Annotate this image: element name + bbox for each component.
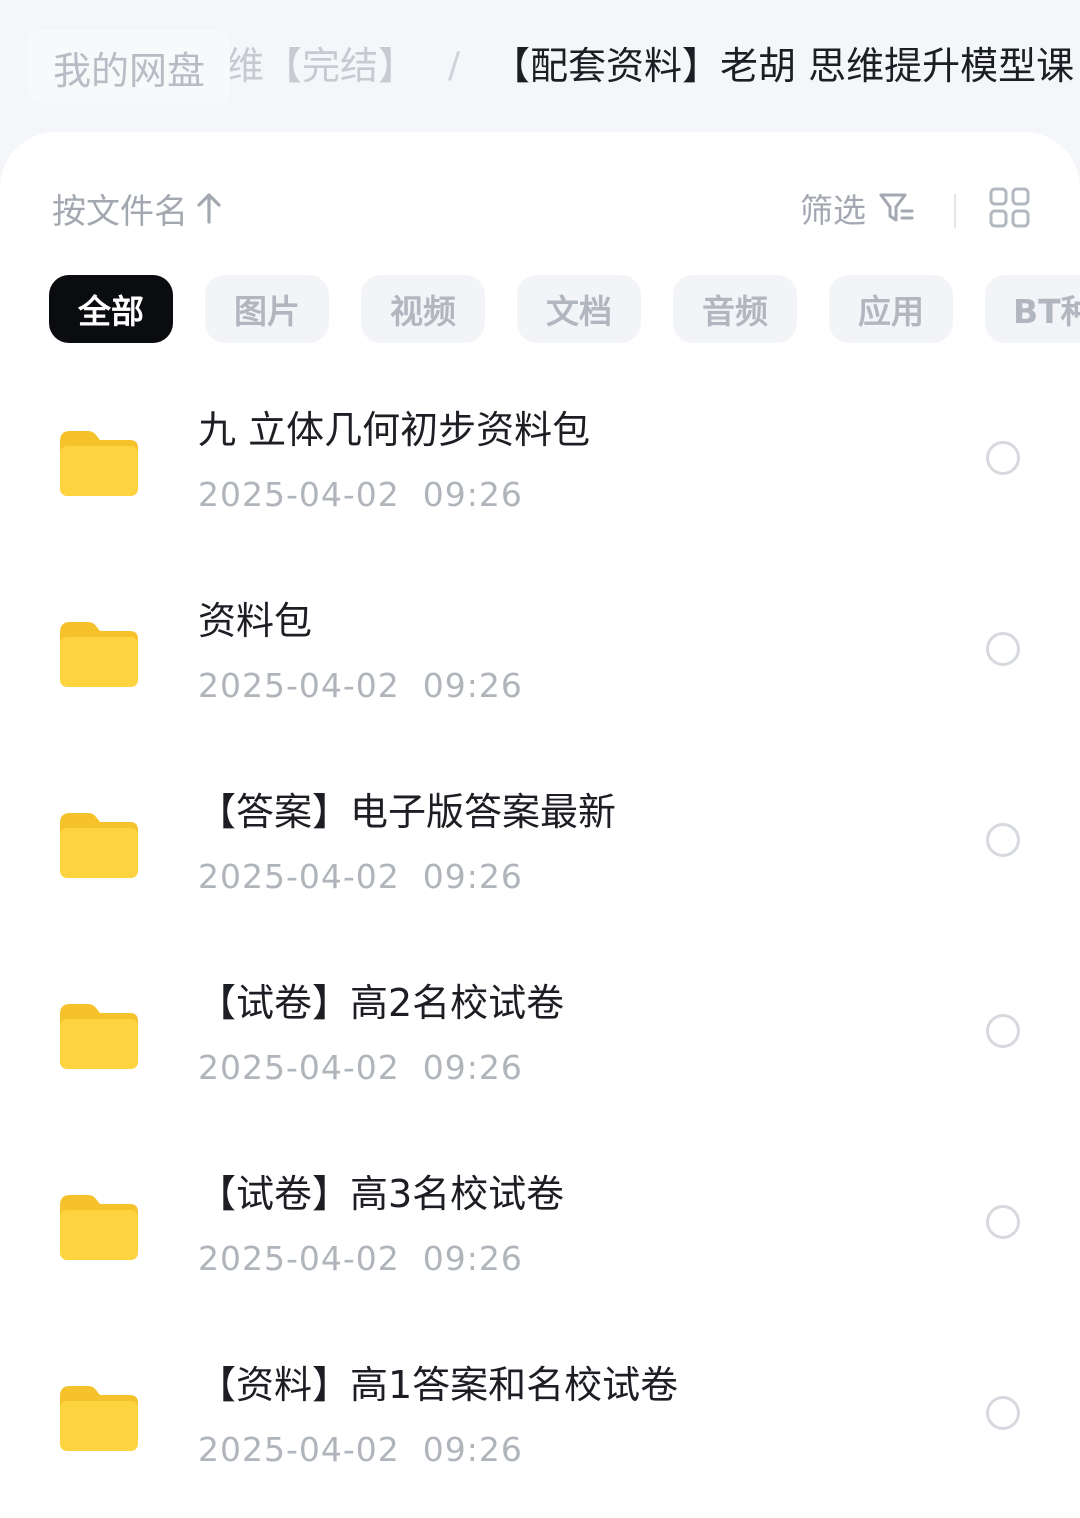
list-item[interactable]: 【试卷】高2名校试卷 2025-04-02 09:26: [0, 970, 1080, 1161]
list-toolbar: 按文件名 筛选: [0, 172, 1080, 244]
select-checkbox[interactable]: [986, 823, 1020, 857]
tab-apps[interactable]: 应用: [829, 275, 953, 343]
file-name: 【资料】高1答案和名校试卷: [198, 1363, 679, 1407]
file-browser-screen: 维【完结】 我的网盘 / 【配套资料】老胡 思维提升模型课 按文件名 筛选 全部…: [0, 0, 1080, 1518]
list-item[interactable]: 资料包 2025-04-02 09:26: [0, 588, 1080, 779]
file-name: 【试卷】高2名校试卷: [198, 981, 565, 1025]
breadcrumb-root[interactable]: 我的网盘: [28, 30, 230, 104]
file-date: 2025-04-02 09:26: [198, 1430, 523, 1469]
list-item[interactable]: 【试卷】高3名校试卷 2025-04-02 09:26: [0, 1161, 1080, 1352]
select-checkbox[interactable]: [986, 632, 1020, 666]
folder-icon: [58, 618, 140, 690]
list-item[interactable]: 九 立体几何初步资料包 2025-04-02 09:26: [0, 397, 1080, 588]
file-date: 2025-04-02 09:26: [198, 666, 523, 705]
sort-button[interactable]: 按文件名: [52, 186, 222, 232]
file-date: 2025-04-02 09:26: [198, 475, 523, 514]
tab-audio[interactable]: 音频: [673, 275, 797, 343]
tab-videos[interactable]: 视频: [361, 275, 485, 343]
file-date: 2025-04-02 09:26: [198, 857, 523, 896]
file-list-panel: 按文件名 筛选 全部 图片 视频 文档 音频 应用 BT种 九 立体几何初步资料…: [0, 132, 1080, 1518]
list-item[interactable]: 【答案】电子版答案最新 2025-04-02 09:26: [0, 779, 1080, 970]
sort-label: 按文件名: [52, 191, 188, 232]
filter-label: 筛选: [800, 191, 866, 230]
select-checkbox[interactable]: [986, 1014, 1020, 1048]
folder-icon: [58, 427, 140, 499]
file-name: 资料包: [198, 599, 313, 643]
category-tabs: 全部 图片 视频 文档 音频 应用 BT种: [0, 275, 1080, 345]
select-checkbox[interactable]: [986, 441, 1020, 475]
filter-icon: [878, 191, 916, 225]
file-date: 2025-04-02 09:26: [198, 1048, 523, 1087]
file-date: 2025-04-02 09:26: [198, 1239, 523, 1278]
list-item[interactable]: 【资料】高1答案和名校试卷 2025-04-02 09:26: [0, 1352, 1080, 1518]
select-checkbox[interactable]: [986, 1205, 1020, 1239]
tab-documents[interactable]: 文档: [517, 275, 641, 343]
folder-icon: [58, 1191, 140, 1263]
folder-icon: [58, 809, 140, 881]
grid-view-icon[interactable]: [988, 186, 1032, 230]
filter-button[interactable]: 筛选: [800, 186, 916, 230]
folder-icon: [58, 1382, 140, 1454]
breadcrumb: 维【完结】 我的网盘 / 【配套资料】老胡 思维提升模型课: [0, 0, 1080, 130]
file-name: 九 立体几何初步资料包: [198, 408, 591, 452]
breadcrumb-current: 【配套资料】老胡 思维提升模型课: [492, 44, 1075, 88]
arrow-up-icon: [196, 191, 222, 225]
file-name: 【试卷】高3名校试卷: [198, 1172, 565, 1216]
tab-bt-seeds[interactable]: BT种: [985, 275, 1080, 343]
tab-all[interactable]: 全部: [49, 275, 173, 343]
toolbar-divider: [954, 194, 956, 228]
folder-icon: [58, 1000, 140, 1072]
breadcrumb-separator: /: [448, 45, 461, 86]
select-checkbox[interactable]: [986, 1396, 1020, 1430]
file-name: 【答案】电子版答案最新: [198, 790, 617, 834]
tab-images[interactable]: 图片: [205, 275, 329, 343]
breadcrumb-parent[interactable]: 维【完结】: [226, 36, 416, 96]
